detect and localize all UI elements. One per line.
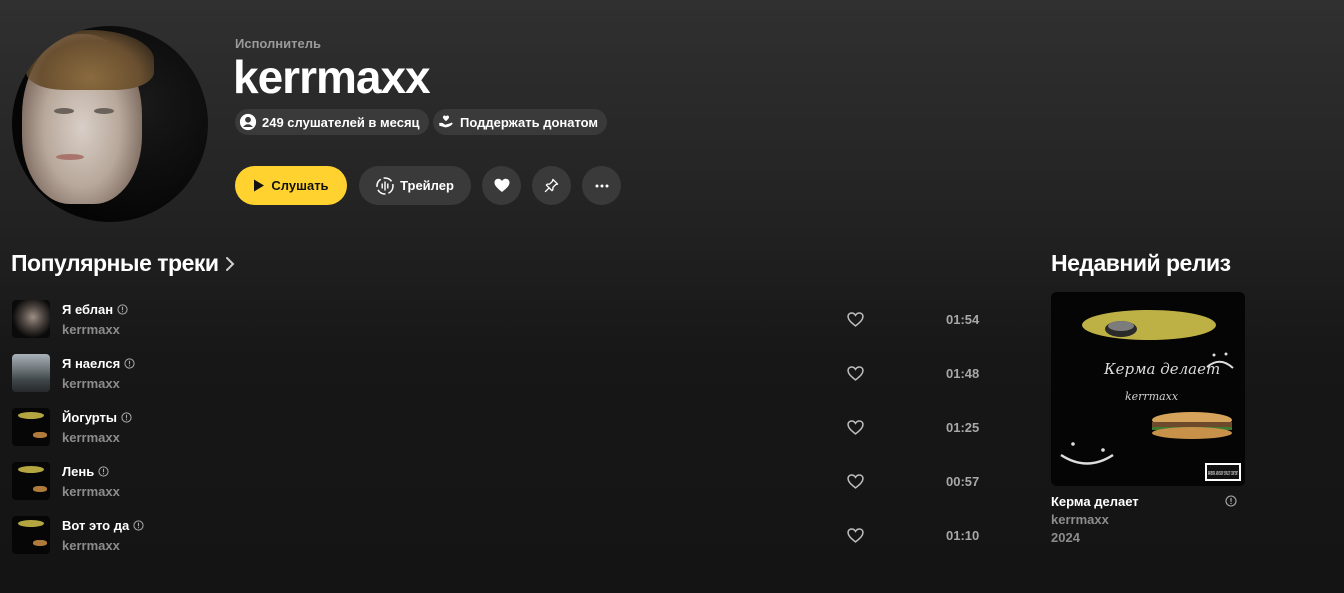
track-row[interactable]: Я еблан kerrmaxx 01:54 <box>12 300 987 340</box>
release-year: 2024 <box>1051 530 1080 545</box>
track-title-text[interactable]: Вот это да <box>62 518 129 533</box>
track-duration: 01:54 <box>946 312 980 327</box>
track-title[interactable]: Я наелся <box>62 356 135 371</box>
track-duration: 01:48 <box>946 366 980 381</box>
play-label: Слушать <box>271 178 329 193</box>
explicit-info-icon <box>117 304 128 315</box>
like-artist-button[interactable] <box>482 166 521 205</box>
avatar-hair <box>26 30 154 90</box>
track-title-text[interactable]: Йогурты <box>62 410 117 425</box>
release-title[interactable]: Керма делает <box>1051 494 1139 509</box>
track-row[interactable]: Лень kerrmaxx 00:57 <box>12 462 987 502</box>
track-title-text[interactable]: Лень <box>62 464 94 479</box>
trailer-label: Трейлер <box>400 178 454 193</box>
chevron-right-icon <box>225 256 234 271</box>
release-cover[interactable]: Керма делает kerrmaxx PARENTAL ADVISORY … <box>1051 292 1245 486</box>
track-duration: 01:25 <box>946 420 980 435</box>
release-cover-subtext: kerrmaxx <box>1125 390 1179 403</box>
artist-kicker: Исполнитель <box>235 36 321 51</box>
track-title[interactable]: Вот это да <box>62 518 144 533</box>
heart-outline-icon[interactable] <box>847 311 864 328</box>
track-title[interactable]: Лень <box>62 464 109 479</box>
track-title[interactable]: Я еблан <box>62 302 128 317</box>
track-row[interactable]: Йогурты kerrmaxx 01:25 <box>12 408 987 448</box>
track-cover[interactable] <box>12 516 50 554</box>
heart-outline-icon[interactable] <box>847 527 864 544</box>
release-cover-text: Керма делает <box>1103 360 1220 378</box>
track-title-text[interactable]: Я наелся <box>62 356 120 371</box>
release-artist[interactable]: kerrmaxx <box>1051 512 1109 527</box>
more-icon <box>595 184 608 187</box>
parental-advisory-label: PARENTAL ADVISORY EXPLICIT CONTENT <box>1208 471 1238 477</box>
avatar-eye-right <box>94 108 114 114</box>
track-cover[interactable] <box>12 462 50 500</box>
play-icon <box>254 179 265 192</box>
release-cover-art: Керма делает kerrmaxx PARENTAL ADVISORY … <box>1051 292 1245 486</box>
track-artist[interactable]: kerrmaxx <box>62 538 120 553</box>
heart-outline-icon[interactable] <box>847 473 864 490</box>
trailer-wave-icon <box>376 176 394 195</box>
listeners-count: 249 слушателей в месяц <box>262 114 420 130</box>
track-cover[interactable] <box>12 300 50 338</box>
donate-label: Поддержать донатом <box>460 114 599 130</box>
avatar-eye-left <box>54 108 74 114</box>
track-row[interactable]: Вот это да kerrmaxx 01:10 <box>12 516 987 556</box>
avatar-mouth <box>56 154 84 160</box>
pin-icon <box>544 178 559 193</box>
heart-icon <box>494 178 509 192</box>
track-duration: 00:57 <box>946 474 980 489</box>
track-title-text[interactable]: Я еблан <box>62 302 113 317</box>
more-button[interactable] <box>582 166 621 205</box>
heart-hand-icon <box>439 115 453 128</box>
track-duration: 01:10 <box>946 528 980 543</box>
explicit-info-icon <box>124 358 135 369</box>
play-button[interactable]: Слушать <box>235 166 347 205</box>
recent-release-title: Недавний релиз <box>1051 250 1231 276</box>
pin-button[interactable] <box>532 166 571 205</box>
listeners-chip[interactable]: 249 слушателей в месяц <box>235 109 429 135</box>
track-cover[interactable] <box>12 354 50 392</box>
trailer-button[interactable]: Трейлер <box>359 166 471 205</box>
popular-tracks-title: Популярные треки <box>11 250 219 276</box>
explicit-info-icon <box>133 520 144 531</box>
track-title[interactable]: Йогурты <box>62 410 132 425</box>
track-cover[interactable] <box>12 408 50 446</box>
user-circle-icon <box>239 113 257 131</box>
track-artist[interactable]: kerrmaxx <box>62 376 120 391</box>
track-artist[interactable]: kerrmaxx <box>62 484 120 499</box>
popular-tracks-header[interactable]: Популярные треки <box>11 250 235 277</box>
track-row[interactable]: Я наелся kerrmaxx 01:48 <box>12 354 987 394</box>
explicit-info-icon <box>121 412 132 423</box>
artist-name: kerrmaxx <box>233 51 431 103</box>
explicit-info-icon <box>1225 495 1237 507</box>
track-artist[interactable]: kerrmaxx <box>62 430 120 445</box>
donate-chip[interactable]: Поддержать донатом <box>433 109 608 135</box>
artist-avatar <box>12 26 208 222</box>
heart-outline-icon[interactable] <box>847 365 864 382</box>
track-artist[interactable]: kerrmaxx <box>62 322 120 337</box>
explicit-info-icon <box>98 466 109 477</box>
heart-outline-icon[interactable] <box>847 419 864 436</box>
